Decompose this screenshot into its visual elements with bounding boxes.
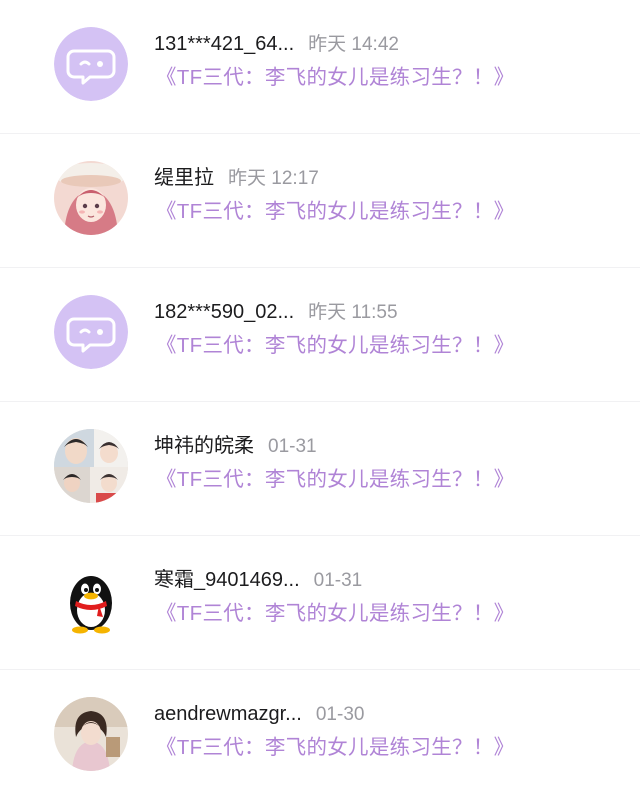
list-item[interactable]: 坤祎的皖柔 01-31 《TF三代：李飞的女儿是练习生？！》 xyxy=(0,402,640,536)
book-title-link[interactable]: 《TF三代：李飞的女儿是练习生？！》 xyxy=(156,198,514,226)
book-title-link[interactable]: 《TF三代：李飞的女儿是练习生？！》 xyxy=(156,332,514,360)
comment-list: 131***421_64... 昨天 14:42 《TF三代：李飞的女儿是练习生？… xyxy=(0,0,640,804)
book-title-link[interactable]: 《TF三代：李飞的女儿是练习生？！》 xyxy=(156,734,514,762)
anime-girl-avatar[interactable] xyxy=(54,161,128,235)
default-chat-avatar-icon[interactable] xyxy=(54,295,128,369)
user-name[interactable]: 缇里拉 xyxy=(154,167,214,189)
user-name[interactable]: 坤祎的皖柔 xyxy=(154,435,254,457)
default-chat-avatar-icon[interactable] xyxy=(54,27,128,101)
book-title-link[interactable]: 《TF三代：李飞的女儿是练习生？！》 xyxy=(156,466,514,494)
user-name[interactable]: 寒霜_9401469... xyxy=(154,569,300,591)
portrait-photo-avatar[interactable] xyxy=(54,697,128,771)
photo-collage-avatar[interactable] xyxy=(54,429,128,503)
list-item[interactable]: 182***590_02... 昨天 11:55 《TF三代：李飞的女儿是练习生？… xyxy=(0,268,640,402)
comment-meta: 寒霜_9401469... 01-31 xyxy=(154,567,362,595)
timestamp: 01-30 xyxy=(315,704,365,725)
comment-meta: 182***590_02... 昨天 11:55 xyxy=(154,299,398,327)
timestamp: 01-31 xyxy=(268,436,317,457)
qq-penguin-icon[interactable] xyxy=(54,563,128,637)
comment-meta: 缇里拉 昨天 12:17 xyxy=(154,165,319,193)
timestamp: 昨天 11:55 xyxy=(308,302,398,323)
book-title-link[interactable]: 《TF三代：李飞的女儿是练习生？！》 xyxy=(156,64,514,92)
user-name[interactable]: 182***590_02... xyxy=(154,301,294,323)
user-name[interactable]: aendrewmazgr... xyxy=(154,703,302,725)
comment-meta: aendrewmazgr... 01-30 xyxy=(154,701,364,729)
comment-meta: 坤祎的皖柔 01-31 xyxy=(154,433,317,461)
list-item[interactable]: aendrewmazgr... 01-30 《TF三代：李飞的女儿是练习生？！》 xyxy=(0,670,640,804)
list-item[interactable]: 131***421_64... 昨天 14:42 《TF三代：李飞的女儿是练习生？… xyxy=(0,0,640,134)
book-title-link[interactable]: 《TF三代：李飞的女儿是练习生？！》 xyxy=(156,600,514,628)
user-name[interactable]: 131***421_64... xyxy=(154,33,294,55)
comment-meta: 131***421_64... 昨天 14:42 xyxy=(154,31,399,59)
timestamp: 01-31 xyxy=(313,570,363,591)
list-item[interactable]: 缇里拉 昨天 12:17 《TF三代：李飞的女儿是练习生？！》 xyxy=(0,134,640,268)
timestamp: 昨天 12:17 xyxy=(228,168,319,189)
list-item[interactable]: 寒霜_9401469... 01-31 《TF三代：李飞的女儿是练习生？！》 xyxy=(0,536,640,670)
timestamp: 昨天 14:42 xyxy=(308,34,399,55)
